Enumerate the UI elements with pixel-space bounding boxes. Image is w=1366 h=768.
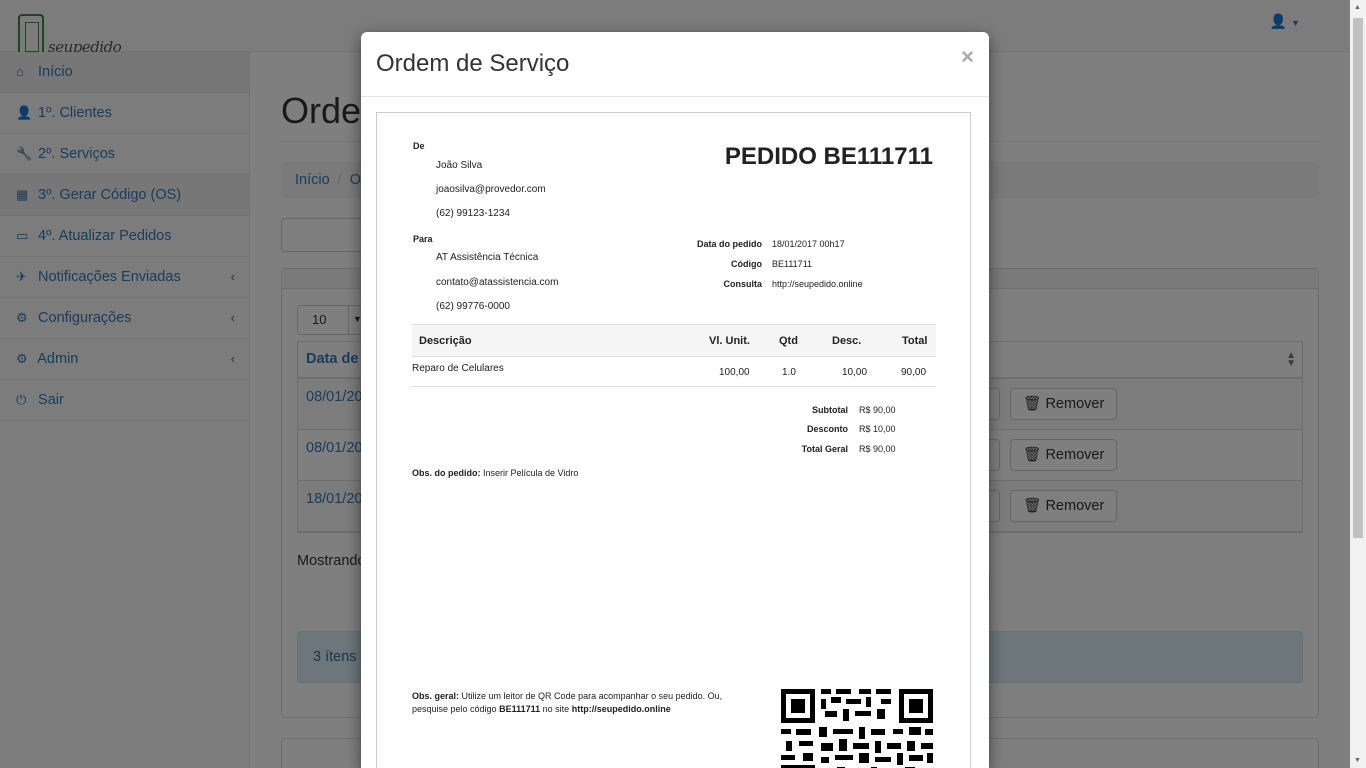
to-email: contato@atassistencia.com xyxy=(436,277,559,288)
code-label: Código xyxy=(731,259,762,269)
order-notes-label: Obs. do pedido: xyxy=(412,468,481,478)
col-qty: Qtd xyxy=(779,335,798,347)
page-scrollbar[interactable]: ▲ ▼ xyxy=(1350,0,1366,768)
scroll-up-icon[interactable]: ▲ xyxy=(1354,4,1361,11)
col-unit-price: Vl. Unit. xyxy=(709,335,750,347)
order-notes: Obs. do pedido: Inserir Película de Vidr… xyxy=(412,468,578,478)
scroll-down-icon[interactable]: ▼ xyxy=(1354,757,1361,764)
order-document: De João Silva joaosilva@provedor.com (62… xyxy=(376,112,971,768)
general-notes-label: Obs. geral: xyxy=(412,691,460,701)
subtotal-value: R$ 90,00 xyxy=(859,405,896,415)
modal-title: Ordem de Serviço xyxy=(376,50,570,77)
consult-link[interactable]: http://seupedido.online xyxy=(772,279,863,289)
item-discount: 10,00 xyxy=(842,367,868,378)
discount-value: R$ 10,00 xyxy=(859,424,896,434)
order-notes-text: Inserir Película de Vidro xyxy=(483,468,579,478)
col-description: Descrição xyxy=(419,335,472,347)
general-notes-code: BE111711 xyxy=(499,704,541,714)
qr-code-icon xyxy=(781,689,933,768)
to-name: AT Assistência Técnica xyxy=(436,252,539,263)
order-title: PEDIDO BE111711 xyxy=(724,143,933,170)
general-notes: Obs. geral: Utilize um leitor de QR Code… xyxy=(412,690,722,716)
items-table-header: Descrição Vl. Unit. Qtd Desc. Total xyxy=(412,324,936,357)
consult-label: Consulta xyxy=(723,279,762,289)
grand-total-value: R$ 90,00 xyxy=(859,444,896,454)
grand-total-label: Total Geral xyxy=(801,444,848,454)
discount-label: Desconto xyxy=(806,424,848,434)
to-phone: (62) 99776-0000 xyxy=(436,301,510,312)
scrollbar-thumb[interactable] xyxy=(1353,18,1363,538)
order-date: 18/01/2017 00h17 xyxy=(772,239,845,249)
item-description: Reparo de Celulares xyxy=(412,363,504,374)
from-phone: (62) 99123-1234 xyxy=(436,208,510,219)
item-unit-price: 100,00 xyxy=(719,367,750,378)
modal-header-divider xyxy=(361,96,989,97)
general-notes-line2a: pesquise pelo código xyxy=(412,704,497,714)
from-email: joaosilva@provedor.com xyxy=(436,184,546,195)
general-notes-site[interactable]: http://seupedido.online xyxy=(572,704,671,714)
col-total: Total xyxy=(902,335,928,347)
subtotal-label: Subtotal xyxy=(812,405,848,415)
table-row: Reparo de Celulares 100,00 1.0 10,00 90,… xyxy=(412,357,936,387)
to-label: Para xyxy=(413,234,433,244)
item-qty: 1.0 xyxy=(782,367,796,378)
close-icon[interactable]: × xyxy=(961,44,974,70)
order-modal: Ordem de Serviço × De João Silva joaosil… xyxy=(361,32,989,768)
from-label: De xyxy=(413,141,425,151)
order-code: BE111711 xyxy=(772,259,813,269)
general-notes-line1: Utilize um leitor de QR Code para acompa… xyxy=(461,691,723,701)
from-name: João Silva xyxy=(436,160,483,171)
item-total: 90,00 xyxy=(901,367,927,378)
general-notes-line2b: no site xyxy=(542,704,570,714)
date-label: Data do pedido xyxy=(697,239,762,249)
col-discount: Desc. xyxy=(832,335,862,347)
